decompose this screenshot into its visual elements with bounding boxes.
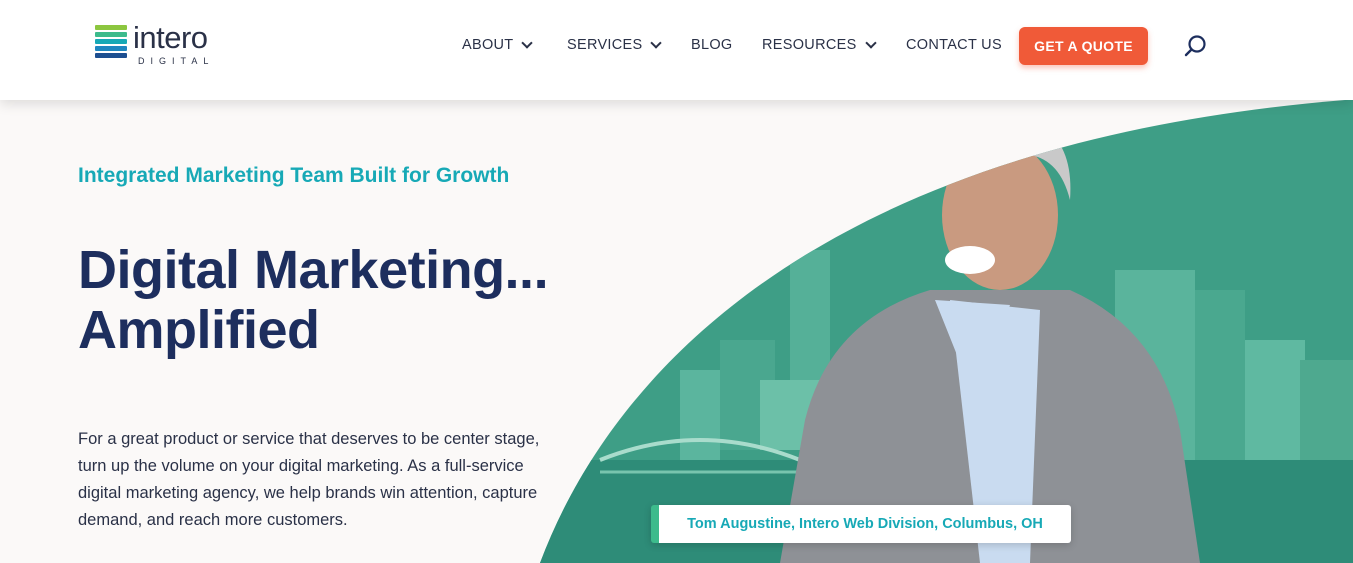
search-icon[interactable] [1183, 33, 1209, 59]
hero-eyebrow: Integrated Marketing Team Built for Grow… [78, 164, 510, 187]
nav-resources-label: RESOURCES [762, 37, 857, 53]
nav-blog-label: BLOG [691, 37, 733, 53]
photo-caption: Tom Augustine, Intero Web Division, Colu… [651, 505, 1071, 543]
nav-services[interactable]: SERVICES [567, 36, 663, 53]
hero-headline: Digital Marketing... Amplified [78, 240, 678, 360]
nav-contact-label: CONTACT US [906, 37, 1002, 53]
nav-about[interactable]: ABOUT [462, 36, 534, 53]
hero-body-text: For a great product or service that dese… [78, 430, 540, 529]
nav-services-label: SERVICES [567, 37, 643, 53]
chevron-down-icon [650, 36, 663, 49]
nav-blog[interactable]: BLOG [691, 37, 733, 53]
chevron-down-icon [864, 36, 877, 49]
nav-contact-us[interactable]: CONTACT US [906, 37, 1002, 53]
headline-line-2: Amplified [78, 300, 320, 360]
site-header: intero DIGITAL ABOUT SERVICES BLOG RESOU… [0, 0, 1353, 100]
nav-resources[interactable]: RESOURCES [762, 36, 877, 53]
nav-about-label: ABOUT [462, 37, 514, 53]
headline-line-1: Digital Marketing... [78, 240, 549, 300]
chevron-down-icon [521, 36, 534, 49]
get-a-quote-button[interactable]: GET A QUOTE [1019, 27, 1148, 65]
main-nav: ABOUT SERVICES BLOG RESOURCES CONTACT US… [0, 0, 1353, 100]
